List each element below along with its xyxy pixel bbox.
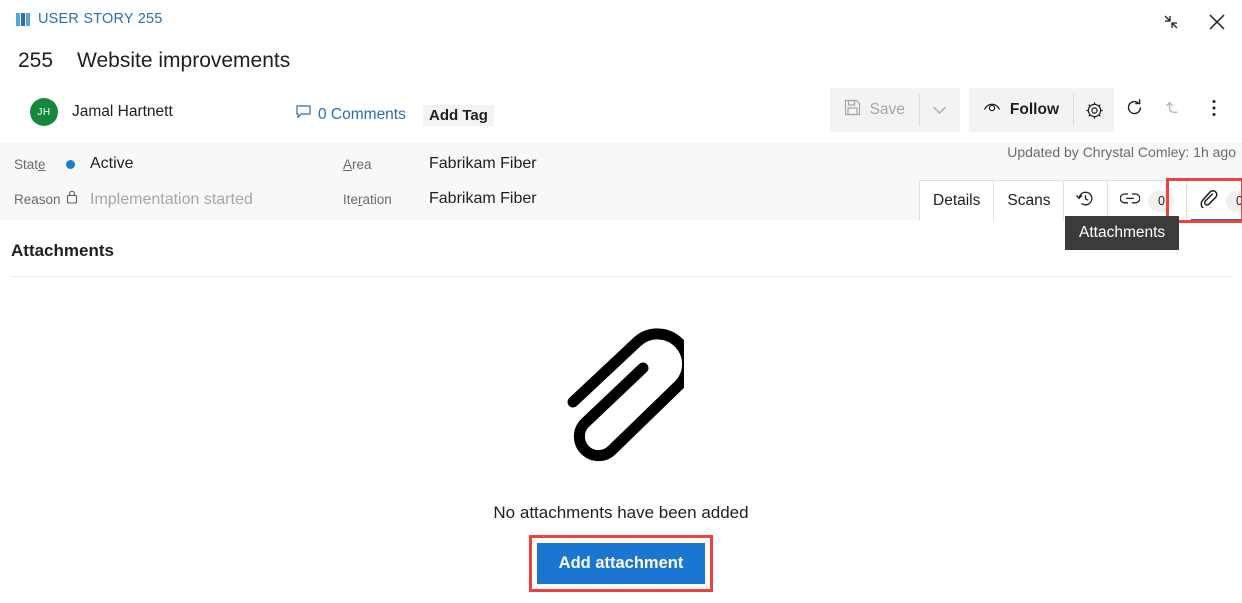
- paperclip-icon: [1199, 189, 1218, 213]
- last-updated-text: Updated by Chrystal Comley: 1h ago: [1007, 144, 1236, 160]
- attachments-tooltip: Attachments: [1065, 216, 1180, 250]
- tab-details-label: Details: [933, 192, 981, 209]
- work-item-type-breadcrumb: USER STORY 255: [16, 11, 163, 27]
- state-color-dot: [66, 159, 75, 169]
- field-state: State Active: [14, 155, 134, 173]
- work-item-id: 255: [18, 49, 54, 72]
- more-options-button[interactable]: [1194, 88, 1234, 132]
- field-area: Area Fabrikam Fiber: [343, 155, 537, 173]
- work-item-title-row: 255 Website improvements: [18, 49, 290, 73]
- tab-scans[interactable]: Scans: [994, 181, 1065, 221]
- follow-button-group: Follow: [968, 88, 1114, 132]
- page-title: Attachments: [11, 241, 114, 260]
- add-tag-button[interactable]: Add Tag: [423, 105, 494, 126]
- close-icon[interactable]: [1202, 8, 1232, 36]
- add-attachment-button[interactable]: Add attachment: [536, 543, 706, 584]
- work-item-title[interactable]: Website improvements: [77, 49, 290, 73]
- attachments-count-badge: 0: [1226, 190, 1242, 212]
- links-count-badge: 0: [1148, 190, 1175, 212]
- section-divider: [11, 276, 1231, 277]
- save-label: Save: [869, 101, 905, 118]
- save-disk-icon: [844, 99, 861, 121]
- eye-icon: [983, 101, 1001, 119]
- more-vertical-icon: [1211, 98, 1217, 123]
- save-button-group: Save: [829, 88, 960, 132]
- follow-label: Follow: [1009, 101, 1059, 118]
- field-iteration: Iteration Fabrikam Fiber: [343, 190, 537, 208]
- save-button[interactable]: Save: [829, 88, 919, 132]
- state-label: State: [14, 156, 46, 172]
- work-item-type-label: USER STORY 255: [38, 11, 163, 27]
- reason-value: Implementation started: [90, 190, 253, 208]
- reason-label: Reason: [14, 192, 61, 207]
- iteration-value[interactable]: Fabrikam Fiber: [429, 190, 537, 208]
- paperclip-illustration: [556, 320, 686, 470]
- work-item-dialog: USER STORY 255 255 Website improvements: [0, 0, 1242, 603]
- restore-down-icon[interactable]: [1156, 8, 1186, 36]
- gear-icon[interactable]: [1074, 88, 1114, 132]
- tab-scans-label: Scans: [1007, 192, 1051, 209]
- undo-button[interactable]: [1154, 88, 1194, 132]
- window-controls: [1156, 8, 1232, 36]
- work-item-header: USER STORY 255 255 Website improvements: [0, 0, 1242, 143]
- save-dropdown-chevron-down-icon[interactable]: [920, 88, 960, 132]
- undo-icon: [1165, 98, 1184, 122]
- empty-state-message: No attachments have been added: [493, 503, 749, 522]
- follow-button[interactable]: Follow: [968, 88, 1073, 132]
- area-label: Area: [343, 156, 372, 172]
- work-item-tab-bar: Details Scans 0 0: [919, 180, 1242, 222]
- assigned-to-name: Jamal Hartnett: [72, 103, 173, 120]
- tab-history[interactable]: [1064, 181, 1109, 221]
- user-story-book-icon: [16, 12, 31, 26]
- history-clock-icon: [1076, 189, 1095, 213]
- add-attachment-wrapper: Add attachment: [528, 535, 714, 592]
- iteration-label: Iteration: [343, 191, 392, 207]
- link-icon: [1120, 192, 1141, 210]
- assigned-to-row[interactable]: JH Jamal Hartnett: [30, 98, 173, 126]
- refresh-icon: [1125, 98, 1144, 122]
- work-item-toolbar: Save Follow: [829, 88, 1234, 132]
- area-value[interactable]: Fabrikam Fiber: [429, 155, 537, 173]
- field-reason: Reason Implementation started: [14, 190, 253, 209]
- tab-links[interactable]: 0: [1108, 181, 1188, 221]
- refresh-button[interactable]: [1114, 88, 1154, 132]
- comment-bubble-icon: [296, 105, 311, 124]
- lock-icon: [66, 190, 78, 209]
- tab-attachments[interactable]: 0: [1187, 181, 1242, 222]
- avatar: JH: [30, 98, 58, 126]
- comments-count-label: 0 Comments: [318, 105, 406, 123]
- state-value[interactable]: Active: [90, 155, 134, 173]
- tab-details[interactable]: Details: [920, 181, 995, 221]
- comments-link[interactable]: 0 Comments: [296, 105, 406, 124]
- attachments-empty-state: No attachments have been added Add attac…: [0, 320, 1242, 592]
